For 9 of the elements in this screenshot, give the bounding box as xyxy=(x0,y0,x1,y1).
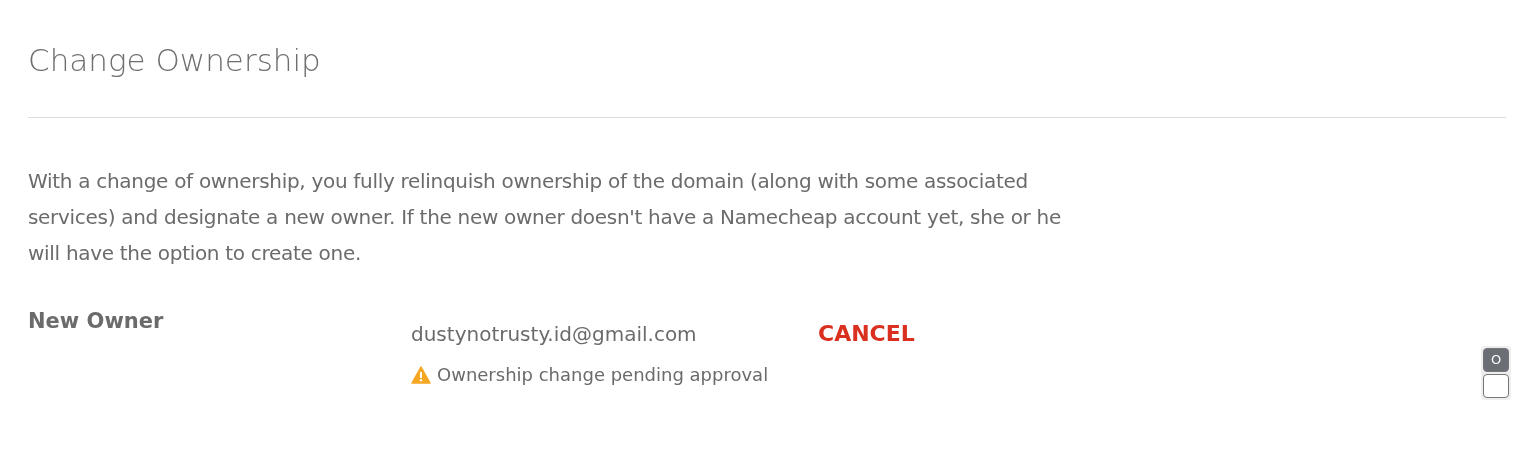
field-label: New Owner xyxy=(28,309,165,335)
widget-button[interactable]: O xyxy=(1483,348,1509,372)
cancel-button[interactable]: CANCEL xyxy=(818,321,915,346)
owner-email: dustynotrusty.id@gmail.com xyxy=(411,321,698,346)
widget-button[interactable] xyxy=(1483,374,1509,398)
page-title: Change Ownership xyxy=(28,41,322,80)
status-text: Ownership change pending approval xyxy=(437,364,769,385)
description-text: With a change of ownership, you fully relinquish ownership of the domain (along with some associated services) and designate a new owner. If the new owner doesn't have a Namecheap account yet, she or he will have the option to create one. xyxy=(28,168,1062,267)
warning-icon xyxy=(411,365,431,384)
